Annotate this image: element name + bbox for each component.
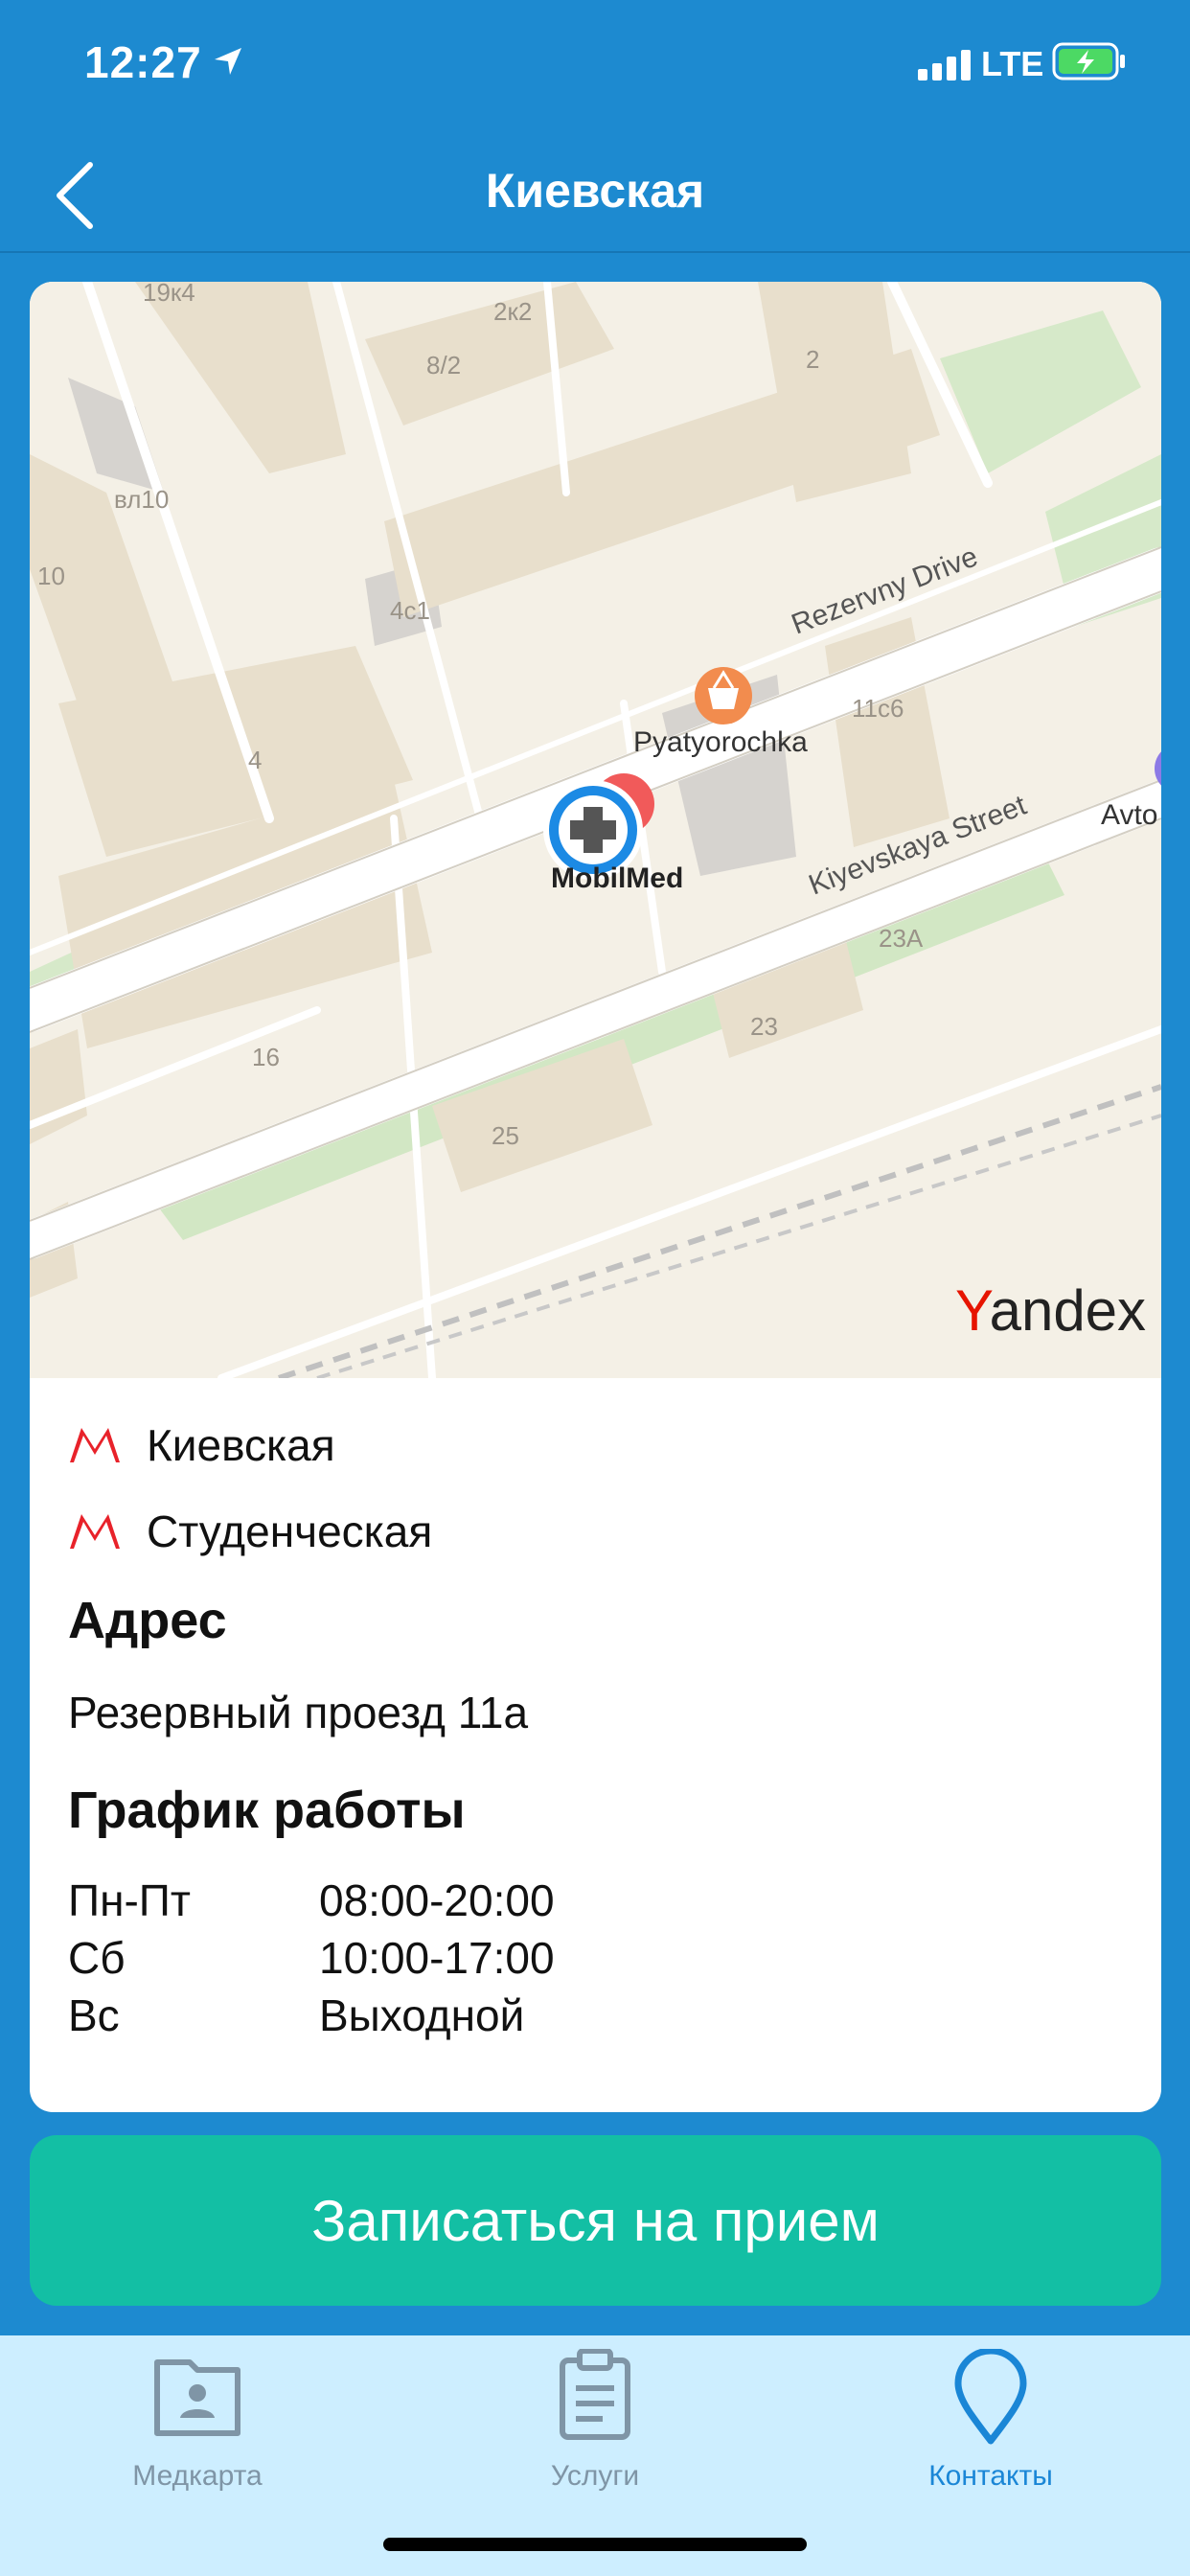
book-appointment-button[interactable]: Записаться на прием — [30, 2135, 1161, 2306]
status-bar: 12:27 LTE — [0, 0, 1190, 134]
location-pin-icon — [847, 2349, 1134, 2445]
tab-label: Контакты — [928, 2460, 1053, 2492]
poi-label: Avto — [1101, 799, 1158, 831]
metro-station-name: Студенческая — [147, 1506, 433, 1556]
map-label-building: 25 — [492, 1121, 519, 1150]
signal-bars-icon — [918, 50, 972, 85]
page-title: Киевская — [485, 164, 705, 218]
tab-medical-card[interactable]: Медкарта — [54, 2335, 341, 2498]
poi-label: Pyatyorochka — [633, 726, 808, 758]
address-value: Резервный проезд 11а — [68, 1688, 529, 1737]
location-info: Киевская Студенческая Адрес Резервный пр… — [30, 1378, 1161, 2112]
status-time: 12:27 — [84, 37, 202, 87]
tab-services[interactable]: Услуги — [451, 2335, 739, 2498]
network-type: LTE — [981, 44, 1044, 83]
battery-charging-icon — [1052, 42, 1127, 85]
metro-icon — [70, 1428, 120, 1462]
metro-station: Студенческая — [68, 1503, 432, 1560]
map-label-building: 4 — [248, 746, 262, 774]
tab-label: Медкарта — [132, 2460, 263, 2492]
map-label-building: 10 — [37, 562, 65, 590]
map-label-building: 16 — [252, 1043, 280, 1071]
yandex-logo-mark: Y — [955, 1278, 994, 1343]
navigation-bar: Киевская — [0, 134, 1190, 253]
map-label-building: 2 — [806, 345, 819, 374]
metro-icon — [70, 1514, 120, 1549]
schedule-day: Пн-Пт — [68, 1875, 191, 1925]
map-label-building: 2к2 — [493, 297, 532, 326]
map-label-building: 23A — [879, 924, 924, 953]
map-view[interactable]: 19к4 2к2 8/2 2 вл10 10 4с1 4 11с6 16 23A… — [30, 282, 1161, 1378]
clipboard-icon — [451, 2349, 739, 2445]
location-card: 19к4 2к2 8/2 2 вл10 10 4с1 4 11с6 16 23A… — [30, 282, 1161, 2112]
map-label-building: 8/2 — [426, 351, 461, 380]
metro-station: Киевская — [68, 1416, 335, 1474]
medical-card-icon — [54, 2349, 341, 2445]
tab-contacts[interactable]: Контакты — [847, 2335, 1134, 2498]
schedule-time: 10:00-17:00 — [319, 1933, 555, 1983]
home-indicator — [383, 2538, 807, 2551]
map-label-building: вл10 — [114, 485, 169, 514]
schedule-day: Вс — [68, 1990, 120, 2040]
schedule-day: Сб — [68, 1933, 126, 1983]
map-label-building: 4с1 — [390, 596, 430, 625]
schedule-title: График работы — [68, 1782, 466, 1839]
location-arrow-icon — [213, 46, 243, 81]
map-label-building: 11с6 — [852, 694, 904, 723]
poi-label: MobilMed — [551, 862, 683, 894]
schedule-time: Выходной — [319, 1990, 525, 2040]
address-title: Адрес — [68, 1592, 227, 1649]
metro-station-name: Киевская — [147, 1420, 335, 1470]
map-label-building: 23 — [750, 1012, 778, 1041]
schedule-time: 08:00-20:00 — [319, 1875, 555, 1925]
map-label-building: 19к4 — [143, 282, 195, 307]
nav-divider — [0, 251, 1190, 253]
tab-label: Услуги — [550, 2460, 640, 2492]
